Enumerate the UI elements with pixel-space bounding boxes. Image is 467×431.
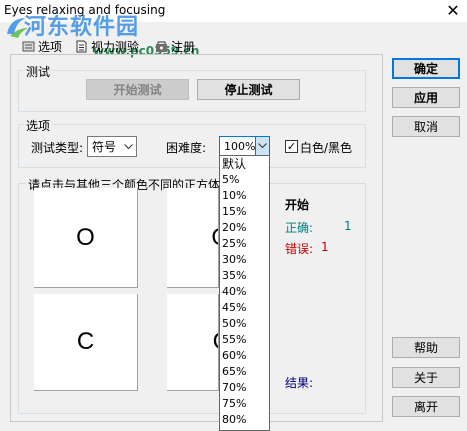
dropdown-option[interactable]: 80% <box>220 412 269 428</box>
test-type-value: 符号 <box>92 140 117 154</box>
ok-button[interactable]: 确定 <box>392 58 460 79</box>
correct-value: 1 <box>344 219 352 233</box>
stop-test-button[interactable]: 停止测试 <box>197 79 300 100</box>
about-button[interactable]: 关于 <box>392 367 460 388</box>
dropdown-option[interactable]: 50% <box>220 316 269 332</box>
dropdown-option[interactable]: 40% <box>220 284 269 300</box>
tab-register[interactable]: 注册 <box>155 38 195 54</box>
tab-options-label: 选项 <box>38 39 63 54</box>
dropdown-option[interactable]: 5% <box>220 172 269 188</box>
chevron-down-icon <box>120 137 136 156</box>
test-group-label: 测试 <box>24 63 53 80</box>
wrong-label: 错误: <box>285 242 314 256</box>
options-group-label: 选项 <box>24 117 53 134</box>
start-test-button[interactable]: 开始测试 <box>86 79 189 100</box>
test-group <box>18 70 366 112</box>
bw-checkbox[interactable]: ✓ <box>285 140 298 153</box>
test-type-label: 测试类型: <box>31 141 84 155</box>
dropdown-option[interactable]: 10% <box>220 188 269 204</box>
stats-start-label: 开始 <box>285 198 310 212</box>
dropdown-option[interactable]: 75% <box>220 396 269 412</box>
dropdown-option[interactable]: 默认 <box>220 156 269 172</box>
grid-cell-4[interactable]: C <box>167 294 219 391</box>
exit-button[interactable]: 离开 <box>392 396 460 417</box>
tab-vision-test-label: 视力测验 <box>91 39 140 54</box>
difficulty-value: 100% <box>224 139 256 153</box>
correct-label: 正确: <box>285 221 314 235</box>
grid-cell-3[interactable]: C <box>34 294 138 391</box>
difficulty-label: 困难度: <box>166 141 207 155</box>
dropdown-option[interactable]: 25% <box>220 236 269 252</box>
close-icon[interactable]: ✕ <box>441 1 465 21</box>
tab-register-label: 注册 <box>171 39 196 54</box>
chevron-down-icon <box>255 137 269 155</box>
dropdown-option[interactable]: 55% <box>220 332 269 348</box>
wrong-value: 1 <box>321 240 329 254</box>
options-icon <box>22 40 35 53</box>
register-icon <box>155 40 168 53</box>
difficulty-dropdown-list: 默认 5% 10% 15% 20% 25% 30% 35% 40% 45% 50… <box>219 155 270 431</box>
apply-button[interactable]: 应用 <box>392 87 460 108</box>
dropdown-option[interactable]: 45% <box>220 300 269 316</box>
difficulty-select[interactable]: 100% <box>219 136 270 156</box>
watermark-text: 河东软件园 <box>24 15 140 40</box>
tab-vision-test[interactable]: 视力测验 <box>75 38 139 54</box>
dropdown-option[interactable]: 60% <box>220 348 269 364</box>
dropdown-option[interactable]: 15% <box>220 204 269 220</box>
document-icon <box>75 40 88 53</box>
test-type-select[interactable]: 符号 <box>87 136 137 157</box>
dropdown-option[interactable]: 20% <box>220 220 269 236</box>
result-label: 结果: <box>285 376 314 390</box>
dropdown-option[interactable]: 35% <box>220 268 269 284</box>
bw-label: 白色/黑色 <box>300 141 353 155</box>
grid-cell-2[interactable]: O <box>167 188 219 288</box>
tab-options[interactable]: 选项 <box>22 38 62 54</box>
dropdown-option[interactable]: 70% <box>220 380 269 396</box>
grid-cell-1[interactable]: O <box>34 188 138 288</box>
cancel-button[interactable]: 取消 <box>392 116 460 137</box>
dropdown-option[interactable]: 30% <box>220 252 269 268</box>
help-button[interactable]: 帮助 <box>392 337 460 358</box>
grid-cell-2-glyph: O <box>211 224 218 252</box>
dropdown-option[interactable]: 65% <box>220 364 269 380</box>
